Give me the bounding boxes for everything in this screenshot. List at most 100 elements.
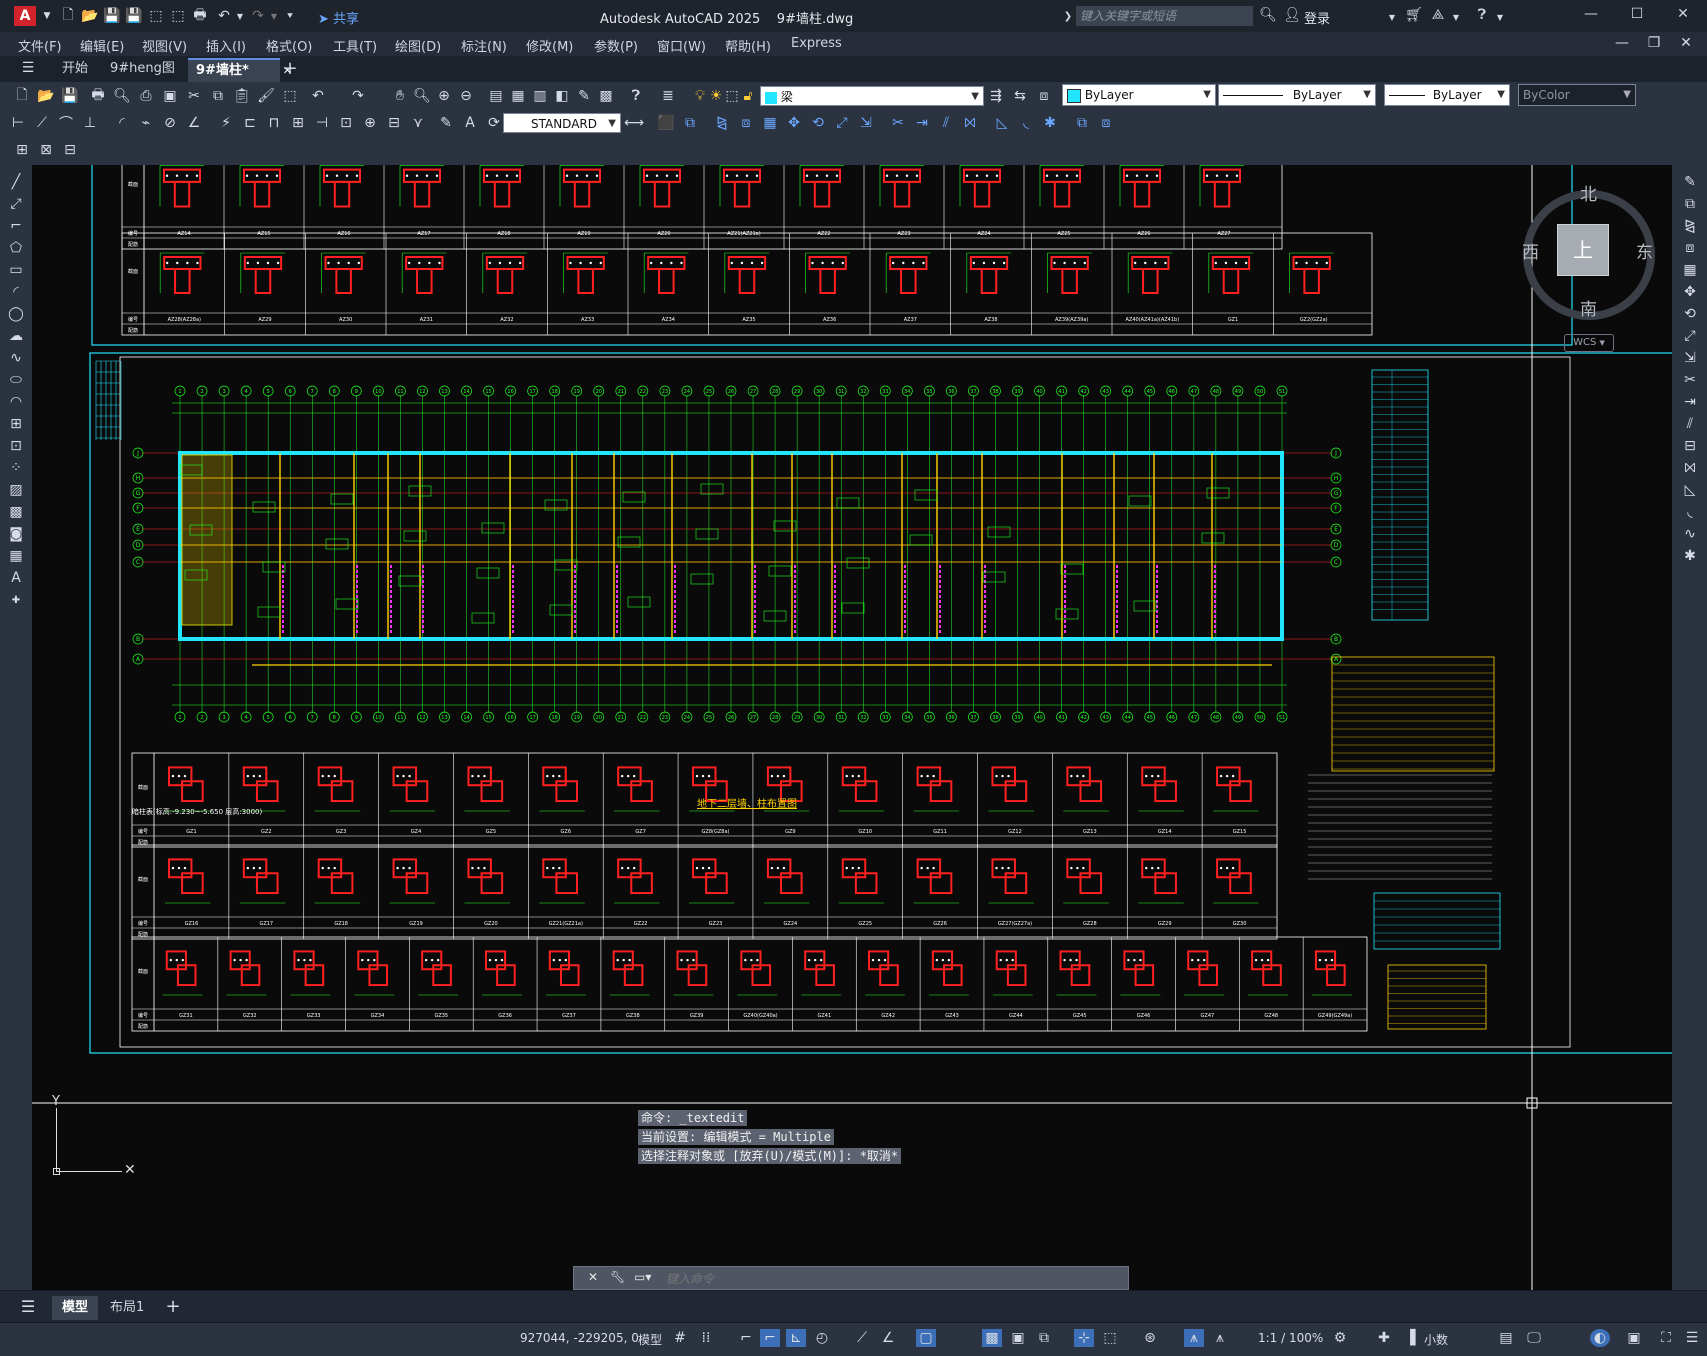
linetype-dropdown[interactable]: ByLayer ▼ xyxy=(1218,84,1376,106)
customize-qat-icon[interactable]: ⯆ xyxy=(280,7,300,25)
login-button[interactable]: 登录 xyxy=(1304,8,1330,27)
tb-zoom-previous-icon[interactable]: ⊖ xyxy=(456,87,476,105)
ellipse-arc-icon[interactable]: ◠ xyxy=(6,393,26,411)
autodesk-app-icon[interactable]: ⟁ xyxy=(1428,6,1448,24)
dim-continue-icon[interactable]: ⊓ xyxy=(264,114,284,132)
dynamic-input-icon[interactable]: ⌐ xyxy=(760,1329,780,1347)
menu-express[interactable]: Express xyxy=(791,36,842,51)
lineweight-dropdown[interactable]: ByLayer ▼ xyxy=(1384,84,1510,106)
compass-west[interactable]: 西 xyxy=(1522,238,1539,263)
insert-block-icon[interactable]: ⊞ xyxy=(6,415,26,433)
line-icon[interactable]: ╱ xyxy=(6,173,26,191)
r-join-icon[interactable]: ⨝ xyxy=(1680,459,1700,477)
draworder-icon[interactable]: ⧉ xyxy=(1072,114,1092,132)
drawing-canvas[interactable]: 截面 编号 配筋 AZ14 AZ15 AZ16 AZ17 AZ18 AZ19 AZ20 AZ21(A… xyxy=(32,165,1672,1290)
3d-osnap-icon[interactable]: ⊹ xyxy=(1074,1329,1094,1347)
units-icon[interactable]: ▐ xyxy=(1400,1329,1420,1347)
inspect-icon[interactable]: ⊟ xyxy=(384,114,404,132)
tb-pan-icon[interactable]: ✋︎ xyxy=(390,87,410,105)
erase-icon[interactable]: ⬛ xyxy=(656,114,676,132)
search-expand-icon[interactable]: ❯ xyxy=(1058,7,1078,25)
selection-cycling-icon[interactable]: ⧉ xyxy=(1034,1329,1054,1347)
r-explode-icon[interactable]: ✱ xyxy=(1680,547,1700,565)
annotation-scale[interactable]: 1:1 / 100% xyxy=(1258,1331,1323,1345)
tb-cut-icon[interactable]: ✂ xyxy=(184,87,204,105)
dim-arc-icon[interactable]: ⌒ xyxy=(56,114,76,132)
doc-close-icon[interactable]: ✕ xyxy=(1676,34,1696,52)
r-trim-icon[interactable]: ✂ xyxy=(1680,371,1700,389)
help-icon[interactable]: ❓︎ xyxy=(1472,6,1492,24)
trim-icon[interactable]: ✂ xyxy=(888,114,908,132)
dim-quick-icon[interactable]: ⚡︎ xyxy=(216,114,236,132)
infer-constraints-icon[interactable]: ⌐ xyxy=(736,1329,756,1347)
selection-filter-icon[interactable]: ⊛ xyxy=(1140,1329,1160,1347)
tb-new-icon[interactable]: 🗋 xyxy=(12,87,32,105)
menu-draw[interactable]: 绘图(D) xyxy=(395,36,441,55)
hamburger-menu-icon[interactable]: ☰ xyxy=(18,59,38,77)
center-mark-icon[interactable]: ⊕ xyxy=(360,114,380,132)
fillet-icon[interactable]: ◟ xyxy=(1016,114,1036,132)
tb-toolpalettes-icon[interactable]: ▥ xyxy=(530,87,550,105)
join-icon[interactable]: ⨝ xyxy=(960,114,980,132)
tb-open-icon[interactable]: 📂 xyxy=(36,87,56,105)
r-erase-icon[interactable]: ✎ xyxy=(1680,173,1700,191)
stretch-icon[interactable]: ⇲ xyxy=(856,114,876,132)
add-selected-icon[interactable]: ✚ xyxy=(6,591,26,609)
tb-paste-icon[interactable]: 📋︎ xyxy=(232,87,252,105)
layer-previous-icon[interactable]: ⇆ xyxy=(1010,87,1030,105)
point-icon[interactable]: ⁘ xyxy=(6,459,26,477)
tab-model[interactable]: 模型 xyxy=(52,1296,99,1320)
save-web-icon[interactable]: ⬚ xyxy=(168,7,188,25)
r-scale-icon[interactable]: ⤢ xyxy=(1680,327,1700,345)
compass-east[interactable]: 东 xyxy=(1636,238,1653,263)
r-stretch-icon[interactable]: ⇲ xyxy=(1680,349,1700,367)
construction-line-icon[interactable]: ⤢ xyxy=(6,195,26,213)
tab-layout1[interactable]: 布局1 xyxy=(100,1296,154,1320)
menu-edit[interactable]: 编辑(E) xyxy=(80,36,124,55)
r-rotate-icon[interactable]: ⟲ xyxy=(1680,305,1700,323)
user-icon[interactable]: 👤︎ xyxy=(1282,6,1302,24)
region-icon[interactable]: ◙ xyxy=(6,525,26,543)
annotation-monitor-icon[interactable]: ✚ xyxy=(1374,1329,1394,1347)
tb-calculator-icon[interactable]: ▩ xyxy=(596,87,616,105)
tb-plot-icon[interactable]: 🖶 xyxy=(88,87,108,105)
tb-zoom-window-icon[interactable]: ⊕ xyxy=(434,87,454,105)
tb-designcenter-icon[interactable]: ▦ xyxy=(508,87,528,105)
dim-baseline-icon[interactable]: ⊏ xyxy=(240,114,260,132)
tb3-export-icon[interactable]: ⊟ xyxy=(60,141,80,159)
transparency-icon[interactable]: ▣ xyxy=(1008,1329,1028,1347)
model-space-toggle[interactable]: 模型 xyxy=(638,1331,662,1348)
object-snap-icon[interactable]: ▢ xyxy=(916,1329,936,1347)
annotation-visibility-icon[interactable]: ⩚ xyxy=(1184,1329,1204,1347)
menu-modify[interactable]: 修改(M) xyxy=(526,36,573,55)
dim-ordinate-icon[interactable]: ⊥ xyxy=(80,114,100,132)
make-current-layer-icon[interactable]: ⇶ xyxy=(986,87,1006,105)
save-icon[interactable]: 💾 xyxy=(102,7,122,25)
r-break-point-icon[interactable]: ⫽ xyxy=(1680,415,1700,433)
autocad-logo[interactable]: A xyxy=(14,6,36,26)
command-close-icon[interactable]: ✕ xyxy=(588,1270,598,1284)
layer-properties-icon[interactable]: ≣ xyxy=(658,87,678,105)
ortho-icon[interactable]: ⊾ xyxy=(786,1329,806,1347)
dim-update-icon[interactable]: ⟳ xyxy=(484,114,504,132)
search-icon[interactable]: 🔍︎ xyxy=(1258,6,1278,24)
doc-minimize-icon[interactable]: — xyxy=(1612,34,1632,52)
compass-south[interactable]: 南 xyxy=(1580,295,1597,320)
tb-save-icon[interactable]: 💾 xyxy=(60,87,80,105)
dim-radius-icon[interactable]: ◜ xyxy=(112,114,132,132)
tb-3dprint-icon[interactable]: ▣ xyxy=(160,87,180,105)
clean-screen-icon[interactable]: ⛶ xyxy=(1656,1329,1676,1347)
menu-file[interactable]: 文件(F) xyxy=(18,36,62,55)
auto-scale-icon[interactable]: ⩚ xyxy=(1210,1329,1230,1347)
tb-markup-icon[interactable]: ✎ xyxy=(574,87,594,105)
tab-9-heng[interactable]: 9#heng图 xyxy=(102,58,183,80)
r-copy-icon[interactable]: ⧉ xyxy=(1680,195,1700,213)
text-style-dropdown[interactable]: STANDARD ▼ xyxy=(503,113,621,133)
layer-lock-icon[interactable]: 🔓︎ xyxy=(738,87,758,105)
tb-redo-icon[interactable]: ↷ xyxy=(348,87,368,105)
explode-icon[interactable]: ✱ xyxy=(1040,114,1060,132)
tb-zoom-realtime-icon[interactable]: 🔍︎ xyxy=(412,87,432,105)
r-break-icon[interactable]: ⊟ xyxy=(1680,437,1700,455)
make-block-icon[interactable]: ⊡ xyxy=(6,437,26,455)
layer-dropdown[interactable]: 梁 ▼ xyxy=(760,86,984,106)
